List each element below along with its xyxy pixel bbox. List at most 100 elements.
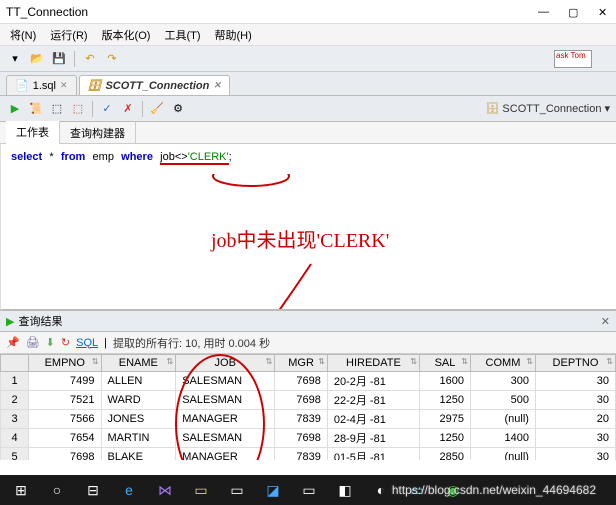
results-grid[interactable]: EMPNO⇅ENAME⇅JOB⇅MGR⇅HIREDATE⇅SAL⇅COMM⇅DE…	[0, 354, 616, 460]
table-cell: 7839	[275, 410, 328, 429]
windows-taskbar: ⊞ ○ ⊟ e ⋈ ▭ ▭ ◪ ▭ ◧ ◐ ▭ ◉	[0, 475, 616, 505]
taskview-icon[interactable]: ⊟	[76, 476, 110, 504]
main-toolbar: ▾ 📂 💾 ↶ ↷	[0, 46, 616, 72]
tab-sql-file[interactable]: 📄 1.sql ✕	[6, 75, 77, 95]
save-icon[interactable]: 💾	[50, 50, 68, 68]
column-header[interactable]: EMPNO⇅	[29, 355, 102, 372]
table-cell: SALESMAN	[176, 372, 275, 391]
settings-icon[interactable]: ⚙	[169, 100, 187, 118]
start-button[interactable]: ⊞	[4, 476, 38, 504]
vs-icon[interactable]: ⋈	[148, 476, 182, 504]
results-tab-label[interactable]: 查询结果	[18, 313, 62, 329]
table-cell: 300	[470, 372, 535, 391]
column-header[interactable]: SAL⇅	[420, 355, 471, 372]
app-icon-2[interactable]: ◪	[256, 476, 290, 504]
results-tab-bar: ▶ 查询结果 ✕	[0, 310, 616, 332]
menu-item-n[interactable]: 将(N)	[4, 25, 42, 45]
table-cell: 30	[535, 448, 615, 461]
table-cell: MARTIN	[101, 429, 176, 448]
dropdown-icon[interactable]: ▾	[6, 50, 24, 68]
table-cell: 7654	[29, 429, 102, 448]
table-cell: SALESMAN	[176, 391, 275, 410]
table-row[interactable]: 37566JONESMANAGER783902-4月 -812975(null)…	[1, 410, 616, 429]
column-header[interactable]: JOB⇅	[176, 355, 275, 372]
connection-selector[interactable]: 🗄 SCOTT_Connection ▾	[485, 102, 610, 115]
table-cell: (null)	[470, 410, 535, 429]
redo-icon[interactable]: ↷	[103, 50, 121, 68]
edge-icon[interactable]: e	[112, 476, 146, 504]
tab-label: SCOTT_Connection	[105, 80, 209, 92]
table-cell: 1600	[420, 372, 471, 391]
tab-query-builder[interactable]: 查询构建器	[60, 122, 136, 144]
table-cell: 30	[535, 429, 615, 448]
pin-icon[interactable]: 📌	[6, 336, 20, 349]
app-icon[interactable]: ▭	[220, 476, 254, 504]
table-cell: 02-4月 -81	[327, 410, 419, 429]
table-cell: 22-2月 -81	[327, 391, 419, 410]
maximize-button[interactable]: ▢	[568, 6, 580, 18]
column-header[interactable]: ENAME⇅	[101, 355, 176, 372]
app-icon-3[interactable]: ▭	[292, 476, 326, 504]
close-button[interactable]: ✕	[598, 6, 610, 18]
sql-editor[interactable]: select * from emp where job<>'CLERK'; jo…	[0, 144, 616, 310]
tab-connection[interactable]: 🗄 SCOTT_Connection ✕	[79, 75, 230, 95]
app-icon-4[interactable]: ◧	[328, 476, 362, 504]
separator: |	[104, 337, 107, 349]
print-icon[interactable]: 🖨	[26, 336, 40, 349]
table-cell: 500	[470, 391, 535, 410]
column-header[interactable]: COMM⇅	[470, 355, 535, 372]
run-icon[interactable]: ▶	[6, 100, 24, 118]
table-cell: 1250	[420, 429, 471, 448]
open-icon[interactable]: 📂	[28, 50, 46, 68]
table-cell: 7698	[275, 372, 328, 391]
table-row[interactable]: 17499ALLENSALESMAN769820-2月 -81160030030	[1, 372, 616, 391]
table-row[interactable]: 57698BLAKEMANAGER783901-5月 -812850(null)…	[1, 448, 616, 461]
table-cell: 7698	[275, 429, 328, 448]
file-icon: 📄	[15, 79, 29, 92]
results-close-icon[interactable]: ✕	[601, 315, 610, 328]
column-header[interactable]	[1, 355, 29, 372]
table-row[interactable]: 47654MARTINSALESMAN769828-9月 -8112501400…	[1, 429, 616, 448]
sql-link[interactable]: SQL	[76, 337, 98, 349]
ask-tom-widget[interactable]: ask Tom	[554, 50, 592, 68]
menu-item-tools[interactable]: 工具(T)	[158, 25, 206, 45]
tab-close-icon[interactable]: ✕	[60, 80, 68, 91]
wechat-icon[interactable]: ◉	[436, 476, 470, 504]
table-cell: SALESMAN	[176, 429, 275, 448]
column-header[interactable]: HIREDATE⇅	[327, 355, 419, 372]
run-script-icon[interactable]: 📜	[27, 100, 45, 118]
minimize-button[interactable]: —	[538, 6, 550, 18]
window-controls: — ▢ ✕	[538, 6, 610, 18]
table-cell: 30	[535, 372, 615, 391]
table-cell: 01-5月 -81	[327, 448, 419, 461]
sqldev-icon[interactable]: ▭	[400, 476, 434, 504]
menu-item-run[interactable]: 运行(R)	[44, 25, 93, 45]
menu-item-help[interactable]: 帮助(H)	[209, 25, 258, 45]
menu-item-version[interactable]: 版本化(O)	[96, 25, 157, 45]
clear-icon[interactable]: 🧹	[148, 100, 166, 118]
cortana-icon[interactable]: ○	[40, 476, 74, 504]
results-toolbar: 📌 🖨 ⬇ ↻ SQL | 提取的所有行: 10, 用时 0.004 秒	[0, 332, 616, 354]
worksheet-tabs: 工作表 查询构建器	[0, 122, 616, 144]
separator	[92, 101, 93, 117]
table-cell: 1400	[470, 429, 535, 448]
commit-icon[interactable]: ✓	[98, 100, 116, 118]
autotrace-icon[interactable]: ⬚	[69, 100, 87, 118]
explorer-icon[interactable]: ▭	[184, 476, 218, 504]
document-tabs: 📄 1.sql ✕ 🗄 SCOTT_Connection ✕	[0, 72, 616, 96]
export-icon[interactable]: ⬇	[46, 336, 55, 349]
table-cell: MANAGER	[176, 410, 275, 429]
table-cell: 7499	[29, 372, 102, 391]
refresh-icon[interactable]: ↻	[61, 336, 70, 349]
tab-close-icon[interactable]: ✕	[213, 80, 221, 91]
column-header[interactable]: DEPTNO⇅	[535, 355, 615, 372]
column-header[interactable]: MGR⇅	[275, 355, 328, 372]
app-icon-5[interactable]: ◐	[364, 476, 398, 504]
undo-icon[interactable]: ↶	[81, 50, 99, 68]
tab-worksheet[interactable]: 工作表	[6, 121, 60, 145]
explain-icon[interactable]: ⬚	[48, 100, 66, 118]
rollback-icon[interactable]: ✗	[119, 100, 137, 118]
table-row[interactable]: 27521WARDSALESMAN769822-2月 -81125050030	[1, 391, 616, 410]
menu-bar: 将(N) 运行(R) 版本化(O) 工具(T) 帮助(H)	[0, 24, 616, 46]
table-cell: JONES	[101, 410, 176, 429]
